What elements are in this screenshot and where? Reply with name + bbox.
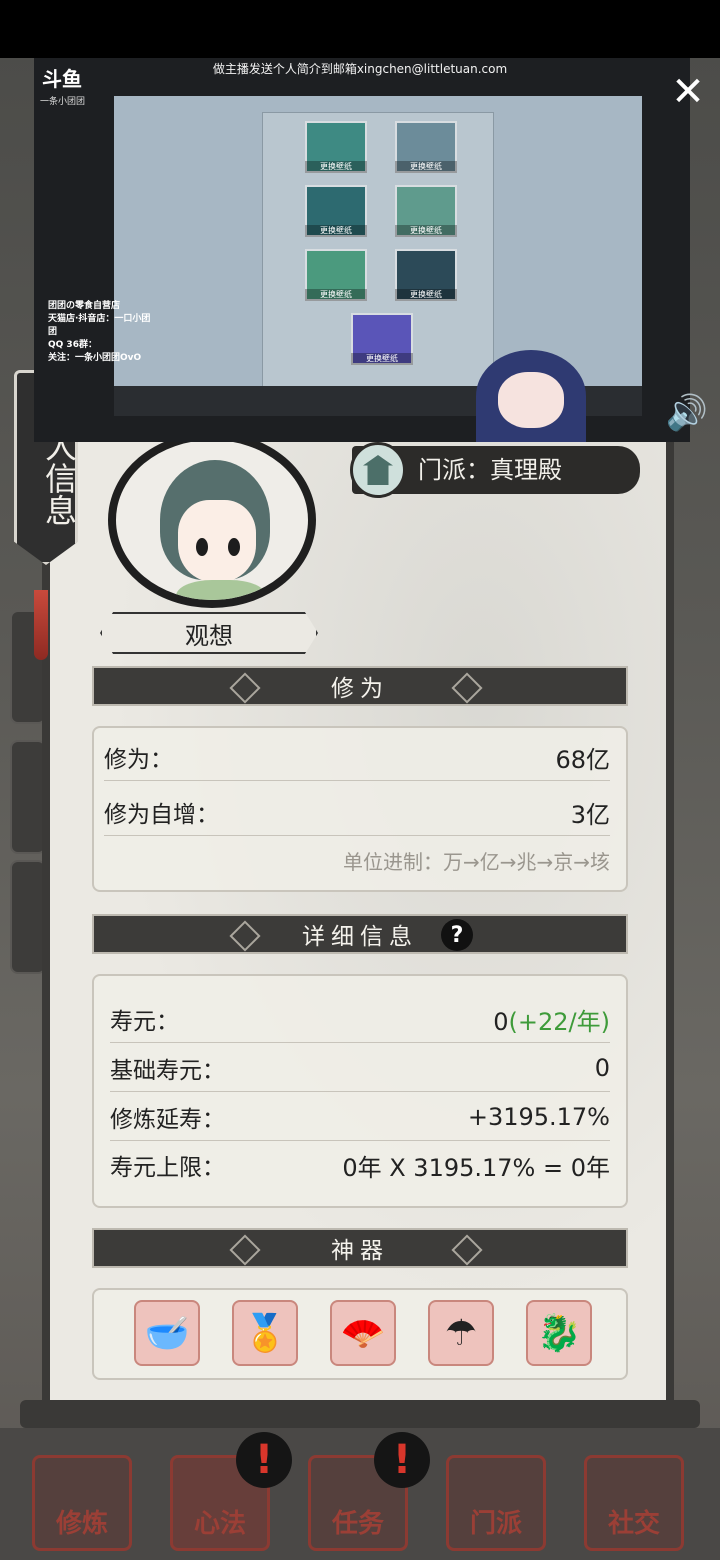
row-value: 0年 X 3195.17% = 0年 xyxy=(342,1153,610,1182)
artifacts-header: 神器 xyxy=(92,1228,628,1268)
personal-info-tab-label: 人信息 xyxy=(40,430,78,526)
status-bar xyxy=(0,0,720,58)
row-value: 3亿 xyxy=(570,800,610,829)
promo-line: 团团の零食自营店 xyxy=(48,301,121,311)
avatar-eye xyxy=(228,538,240,556)
row-label: 修为自增： xyxy=(104,802,219,828)
scroll-rod xyxy=(20,1400,700,1428)
side-tab-thumb[interactable] xyxy=(10,860,46,974)
row-value: 68亿 xyxy=(555,745,610,774)
promo-line: 天猫店·抖音店：一口小团团 xyxy=(48,314,151,337)
row-label: 修为： xyxy=(104,747,173,773)
fan-icon[interactable]: 🪭 xyxy=(330,1300,396,1366)
avatar-eye xyxy=(196,538,208,556)
bowl-icon[interactable]: 🥣 xyxy=(134,1300,200,1366)
promo-line: 关注：一条小团团OvO xyxy=(48,353,142,363)
help-icon[interactable]: ? xyxy=(441,919,473,951)
tassel-decoration xyxy=(34,590,48,660)
artifacts-header-label: 神器 xyxy=(331,1238,389,1264)
diamond-ornament xyxy=(229,1234,261,1266)
wallpaper-label: 更换壁纸 xyxy=(395,289,457,301)
unit-note: 单位进制：万→亿→兆→京→垓 xyxy=(342,850,610,874)
nav-social-button[interactable]: 社交 xyxy=(584,1455,684,1551)
wallpaper-label: 更换壁纸 xyxy=(305,161,367,173)
details-header: 详细信息 xyxy=(92,914,628,954)
side-tab-thumb[interactable] xyxy=(10,740,46,854)
cultivation-row: 修为： 68亿 xyxy=(104,734,610,781)
close-icon[interactable]: ✕ xyxy=(666,70,710,114)
nav-cultivate-button[interactable]: 修炼 xyxy=(32,1455,132,1551)
alert-icon: ! xyxy=(374,1432,430,1488)
streamer-face xyxy=(498,372,564,428)
details-row: 修炼延寿： +3195.17% xyxy=(110,1094,610,1141)
wallpaper-label: 更换壁纸 xyxy=(395,161,457,173)
details-row: 寿元上限： 0年 X 3195.17% = 0年 xyxy=(110,1142,610,1188)
diamond-ornament xyxy=(451,672,483,704)
row-label: 基础寿元： xyxy=(110,1058,225,1084)
douyu-logo: 斗鱼 xyxy=(42,67,82,91)
row-label: 寿元上限： xyxy=(110,1155,225,1181)
avatar[interactable] xyxy=(108,432,316,608)
token-icon[interactable]: 🏅 xyxy=(232,1300,298,1366)
alert-icon: ! xyxy=(236,1432,292,1488)
cultivation-header: 修为 xyxy=(92,666,628,706)
sect-label: 门派：真理殿 xyxy=(418,456,562,484)
row-value: 0 xyxy=(594,1054,610,1082)
diamond-ornament xyxy=(229,672,261,704)
stream-window: 更换壁纸 更换壁纸 更换壁纸 更换壁纸 更换壁纸 更换壁纸 更换壁纸 xyxy=(262,112,494,392)
diamond-ornament xyxy=(229,920,261,952)
promo-line: QQ 36群： xyxy=(48,340,97,350)
lifespan-value: 0 xyxy=(493,1007,509,1036)
wallpaper-label: 更换壁纸 xyxy=(305,225,367,237)
dragon-claw-icon[interactable]: 🐉 xyxy=(526,1300,592,1366)
nav-sect-button[interactable]: 门派 xyxy=(446,1455,546,1551)
row-label: 修炼延寿： xyxy=(110,1107,225,1133)
wallpaper-label: 更换壁纸 xyxy=(351,353,413,365)
diamond-ornament xyxy=(451,1234,483,1266)
details-header-label: 详细信息 xyxy=(302,924,418,950)
sound-icon[interactable]: 🔊 xyxy=(662,388,712,438)
wallpaper-label: 更换壁纸 xyxy=(395,225,457,237)
lifespan-gain: (+22/年) xyxy=(508,1007,610,1036)
avatar-face xyxy=(178,500,256,582)
character-name: 观想 xyxy=(185,621,233,650)
promo-text: 团团の零食自营店 天猫店·抖音店：一口小团团 QQ 36群： 关注：一条小团团O… xyxy=(48,300,158,365)
stream-overlay[interactable]: 更换壁纸 更换壁纸 更换壁纸 更换壁纸 更换壁纸 更换壁纸 更换壁纸 xyxy=(34,58,690,442)
cultivation-header-label: 修为 xyxy=(331,676,389,702)
stream-notice: 做主播发送个人简介到邮箱xingchen@littletuan.com xyxy=(212,62,508,76)
wallpaper-label: 更换壁纸 xyxy=(305,289,367,301)
row-value: +3195.17% xyxy=(467,1103,610,1131)
cultivation-row: 修为自增： 3亿 xyxy=(104,789,610,836)
channel-name: 一条小团团 xyxy=(40,97,86,107)
row-value: 0(+22/年) xyxy=(493,1002,610,1037)
row-label: 寿元： xyxy=(110,1009,179,1035)
details-row: 寿元： 0(+22/年) xyxy=(110,996,610,1043)
umbrella-icon[interactable]: ☂ xyxy=(428,1300,494,1366)
details-row: 基础寿元： 0 xyxy=(110,1045,610,1092)
